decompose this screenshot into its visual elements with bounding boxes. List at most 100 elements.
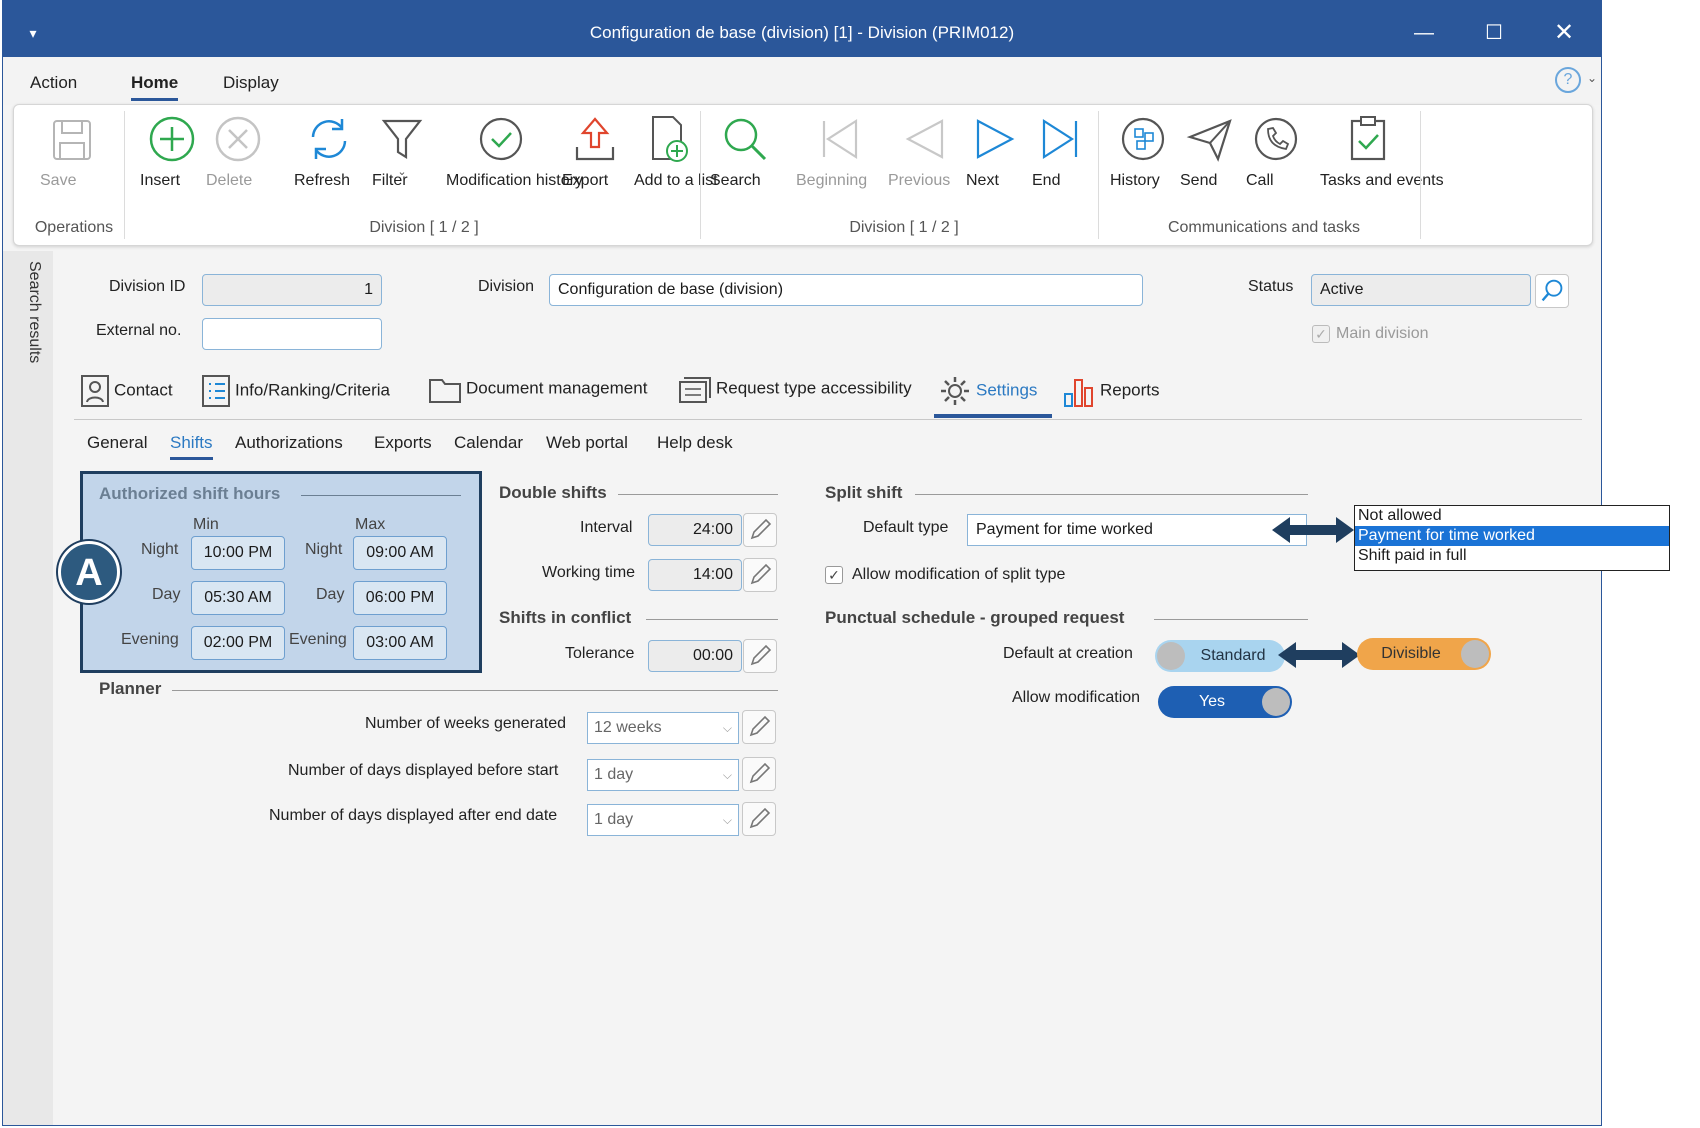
window-title: Configuration de base (division) [1] - D… (589, 23, 1015, 42)
tolerance-field[interactable]: 00:00 (648, 640, 742, 672)
tasks-events-button[interactable]: Tasks and events (1320, 113, 1444, 189)
min-night-field[interactable]: 10:00 PM (191, 536, 285, 570)
days-after-select[interactable]: 1 day ⌵ (587, 804, 739, 836)
ribbon: Save Insert Delete Refresh Filter ⌄ Modi… (13, 104, 1593, 246)
min-day-field[interactable]: 05:30 AM (191, 581, 285, 615)
weeks-edit-button[interactable] (742, 710, 776, 744)
add-to-list-button[interactable]: Add to a list (634, 113, 718, 189)
tab-contact[interactable]: Contact (80, 374, 173, 408)
working-time-edit-button[interactable] (743, 558, 777, 592)
day-label-min: Day (152, 586, 181, 603)
weeks-generated-select[interactable]: 12 weeks ⌵ (587, 712, 739, 744)
pencil-icon (749, 762, 771, 784)
send-button[interactable]: Send (1180, 113, 1240, 189)
toggle-knob (1461, 640, 1489, 668)
status-lookup-button[interactable] (1535, 274, 1569, 308)
export-button[interactable]: Export (562, 113, 628, 189)
interval-edit-button[interactable] (743, 513, 777, 547)
divisible-toggle[interactable]: Divisible (1357, 638, 1491, 670)
tab-settings[interactable]: Settings (938, 374, 1037, 408)
filter-button[interactable]: Filter ⌄ (372, 113, 432, 189)
chevron-down-icon: ⌵ (722, 768, 732, 782)
list-icon (202, 375, 230, 407)
subtab-exports[interactable]: Exports (374, 433, 432, 453)
folder-icon (429, 379, 461, 403)
tab-request-type-accessibility[interactable]: Request type accessibility (678, 374, 912, 404)
days-after-edit-button[interactable] (742, 802, 776, 836)
save-button[interactable]: Save (40, 113, 104, 189)
last-record-icon (1042, 118, 1078, 160)
division-id-field[interactable]: 1 (202, 274, 382, 306)
call-button[interactable]: Call (1246, 113, 1306, 189)
ribbon-separator (1420, 111, 1421, 239)
external-no-label: External no. (96, 322, 182, 339)
gear-icon (941, 377, 969, 405)
min-evening-field[interactable]: 02:00 PM (191, 626, 285, 660)
beginning-button[interactable]: Beginning (796, 113, 880, 189)
subtab-help-desk[interactable]: Help desk (657, 433, 733, 453)
subtab-calendar[interactable]: Calendar (454, 433, 523, 453)
close-icon[interactable]: ✕ (1529, 1, 1599, 57)
status-label: Status (1248, 278, 1294, 295)
status-field[interactable]: Active (1311, 274, 1531, 306)
search-results-panel[interactable]: Search results (3, 251, 53, 1125)
contact-icon (81, 375, 109, 407)
option-not-allowed[interactable]: Not allowed (1355, 506, 1669, 526)
max-evening-field[interactable]: 03:00 AM (353, 626, 447, 660)
option-shift-paid-full[interactable]: Shift paid in full (1355, 546, 1669, 566)
subtab-web-portal[interactable]: Web portal (546, 433, 628, 453)
bar-chart-icon (1064, 379, 1093, 407)
title-bar: ▾ Configuration de base (division) [1] -… (3, 1, 1601, 57)
max-day-field[interactable]: 06:00 PM (353, 581, 447, 615)
menu-home[interactable]: Home (131, 73, 179, 101)
modification-history-button[interactable]: Modification history (446, 113, 583, 189)
search-button[interactable]: Search (710, 113, 780, 189)
max-night-field[interactable]: 09:00 AM (353, 536, 447, 570)
allow-split-mod-checkbox[interactable]: ✓ (825, 566, 843, 584)
minimize-icon[interactable]: — (1389, 1, 1459, 57)
subtab-general[interactable]: General (87, 433, 147, 453)
default-type-select[interactable]: Payment for time worked (967, 514, 1307, 546)
magnifier-icon (1541, 279, 1563, 302)
shifts-in-conflict-title: Shifts in conflict (499, 608, 632, 627)
history-icon (1121, 117, 1165, 161)
tab-document-management[interactable]: Document management (428, 374, 647, 404)
interval-field[interactable]: 24:00 (648, 514, 742, 546)
days-before-select[interactable]: 1 day ⌵ (587, 759, 739, 791)
help-icon[interactable]: ? (1555, 67, 1581, 93)
maximize-icon[interactable]: ☐ (1459, 1, 1529, 57)
next-icon (976, 119, 1015, 159)
refresh-button[interactable]: Refresh (294, 113, 364, 189)
standard-toggle[interactable]: Standard (1155, 640, 1285, 672)
main-division-checkbox[interactable]: ✓ (1312, 325, 1330, 343)
tab-reports[interactable]: Reports (1062, 374, 1160, 408)
working-time-field[interactable]: 14:00 (648, 559, 742, 591)
subtab-authorizations[interactable]: Authorizations (235, 433, 343, 453)
send-icon (1186, 119, 1232, 162)
allow-modification-toggle[interactable]: Yes (1158, 686, 1292, 718)
first-record-icon (822, 118, 858, 160)
option-payment-time-worked[interactable]: Payment for time worked (1355, 526, 1669, 546)
division-label: Division (478, 278, 535, 295)
search-results-label: Search results (26, 261, 43, 364)
tolerance-edit-button[interactable] (743, 639, 777, 673)
pencil-icon (749, 807, 771, 829)
insert-button[interactable]: Insert (140, 113, 204, 189)
chevron-down-icon[interactable]: ⌄ (1587, 71, 1597, 85)
next-button[interactable]: Next (966, 113, 1026, 189)
tab-info-ranking-criteria[interactable]: Info/Ranking/Criteria (201, 374, 390, 408)
days-before-edit-button[interactable] (742, 757, 776, 791)
external-no-field[interactable] (202, 318, 382, 350)
delete-button[interactable]: Delete (206, 113, 270, 189)
documents-icon (679, 377, 711, 403)
previous-button[interactable]: Previous (888, 113, 960, 189)
division-field[interactable]: Configuration de base (division) (549, 274, 1143, 306)
evening-label-max: Evening (289, 631, 347, 648)
refresh-icon (311, 119, 347, 159)
end-button[interactable]: End (1032, 113, 1092, 189)
menu-display[interactable]: Display (223, 73, 279, 93)
subtab-shifts[interactable]: Shifts (170, 433, 213, 460)
menu-action[interactable]: Action (30, 73, 77, 93)
min-header: Min (193, 516, 219, 533)
history-button[interactable]: History (1110, 113, 1176, 189)
